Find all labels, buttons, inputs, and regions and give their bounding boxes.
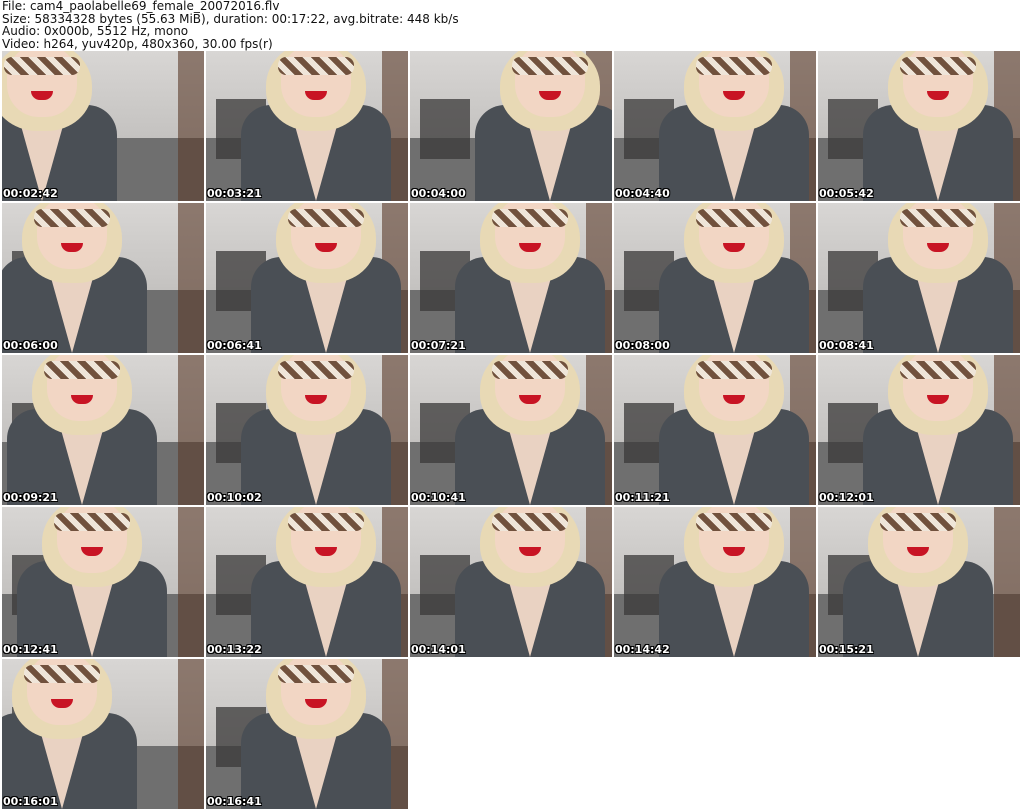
thumbnail-timestamp: 00:12:01 [819, 491, 874, 504]
thumbnail-timestamp: 00:06:00 [3, 339, 58, 352]
thumbnail-image [206, 659, 408, 809]
thumbnail-timestamp: 00:04:40 [615, 187, 670, 200]
thumbnail-timestamp: 00:15:21 [819, 643, 874, 656]
video-thumbnail[interactable]: 00:07:21 [410, 203, 612, 353]
thumbnail-image [206, 203, 408, 353]
thumbnail-timestamp: 00:08:41 [819, 339, 874, 352]
thumbnail-timestamp: 00:07:21 [411, 339, 466, 352]
thumbnail-image [2, 203, 204, 353]
video-thumbnail[interactable]: 00:14:01 [410, 507, 612, 657]
video-thumbnail[interactable]: 00:10:02 [206, 355, 408, 505]
thumbnail-image [818, 355, 1020, 505]
file-info-header: File: cam4_paolabelle69_female_20072016.… [2, 0, 1020, 51]
thumbnail-timestamp: 00:04:00 [411, 187, 466, 200]
video-thumbnail[interactable]: 00:12:01 [818, 355, 1020, 505]
video-thumbnail[interactable]: 00:09:21 [2, 355, 204, 505]
video-thumbnail[interactable]: 00:02:42 [2, 51, 204, 201]
thumbnail-image [410, 355, 612, 505]
video-thumbnail[interactable]: 00:04:00 [410, 51, 612, 201]
thumbnail-image [818, 507, 1020, 657]
thumbnail-image [206, 51, 408, 201]
thumbnail-timestamp: 00:12:41 [3, 643, 58, 656]
thumbnail-image [410, 51, 612, 201]
thumbnail-image [2, 51, 204, 201]
thumbnail-image [410, 203, 612, 353]
thumbnail-image [2, 507, 204, 657]
thumbnail-timestamp: 00:05:42 [819, 187, 874, 200]
audio-info-line: Audio: 0x000b, 5512 Hz, mono [2, 24, 189, 38]
video-thumbnail[interactable]: 00:06:00 [2, 203, 204, 353]
thumbnail-timestamp: 00:06:41 [207, 339, 262, 352]
file-name-line: File: cam4_paolabelle69_female_20072016.… [2, 0, 280, 13]
thumbnail-image [614, 355, 816, 505]
thumbnail-image [818, 51, 1020, 201]
video-thumbnail[interactable]: 00:08:00 [614, 203, 816, 353]
thumbnail-image [206, 507, 408, 657]
thumbnail-timestamp: 00:08:00 [615, 339, 670, 352]
video-info-line: Video: h264, yuv420p, 480x360, 30.00 fps… [2, 36, 273, 51]
video-thumbnail[interactable]: 00:08:41 [818, 203, 1020, 353]
thumbnail-timestamp: 00:16:01 [3, 795, 58, 808]
thumbnail-image [614, 203, 816, 353]
thumbnail-timestamp: 00:14:42 [615, 643, 670, 656]
thumbnail-timestamp: 00:11:21 [615, 491, 670, 504]
video-thumbnail[interactable]: 00:16:41 [206, 659, 408, 809]
video-thumbnail[interactable]: 00:10:41 [410, 355, 612, 505]
thumbnail-image [614, 507, 816, 657]
video-thumbnail[interactable]: 00:16:01 [2, 659, 204, 809]
video-thumbnail[interactable]: 00:04:40 [614, 51, 816, 201]
thumbnail-timestamp: 00:03:21 [207, 187, 262, 200]
thumbnail-timestamp: 00:02:42 [3, 187, 58, 200]
thumbnail-grid: 00:02:42 00:03:21 00:04:00 00:04:40 00:05:42… [2, 51, 1022, 811]
thumbnail-image [818, 203, 1020, 353]
video-thumbnail[interactable]: 00:03:21 [206, 51, 408, 201]
thumbnail-timestamp: 00:16:41 [207, 795, 262, 808]
thumbnail-image [410, 507, 612, 657]
thumbnail-image [206, 355, 408, 505]
thumbnail-timestamp: 00:10:02 [207, 491, 262, 504]
video-thumbnail[interactable]: 00:05:42 [818, 51, 1020, 201]
video-thumbnail[interactable]: 00:15:21 [818, 507, 1020, 657]
video-thumbnail[interactable]: 00:11:21 [614, 355, 816, 505]
video-thumbnail[interactable]: 00:12:41 [2, 507, 204, 657]
thumbnail-timestamp: 00:09:21 [3, 491, 58, 504]
thumbnail-timestamp: 00:10:41 [411, 491, 466, 504]
video-thumbnail[interactable]: 00:13:22 [206, 507, 408, 657]
thumbnail-image [2, 659, 204, 809]
video-thumbnail[interactable]: 00:06:41 [206, 203, 408, 353]
thumbnail-image [2, 355, 204, 505]
thumbnail-image [614, 51, 816, 201]
thumbnail-timestamp: 00:14:01 [411, 643, 466, 656]
video-thumbnail[interactable]: 00:14:42 [614, 507, 816, 657]
thumbnail-timestamp: 00:13:22 [207, 643, 262, 656]
